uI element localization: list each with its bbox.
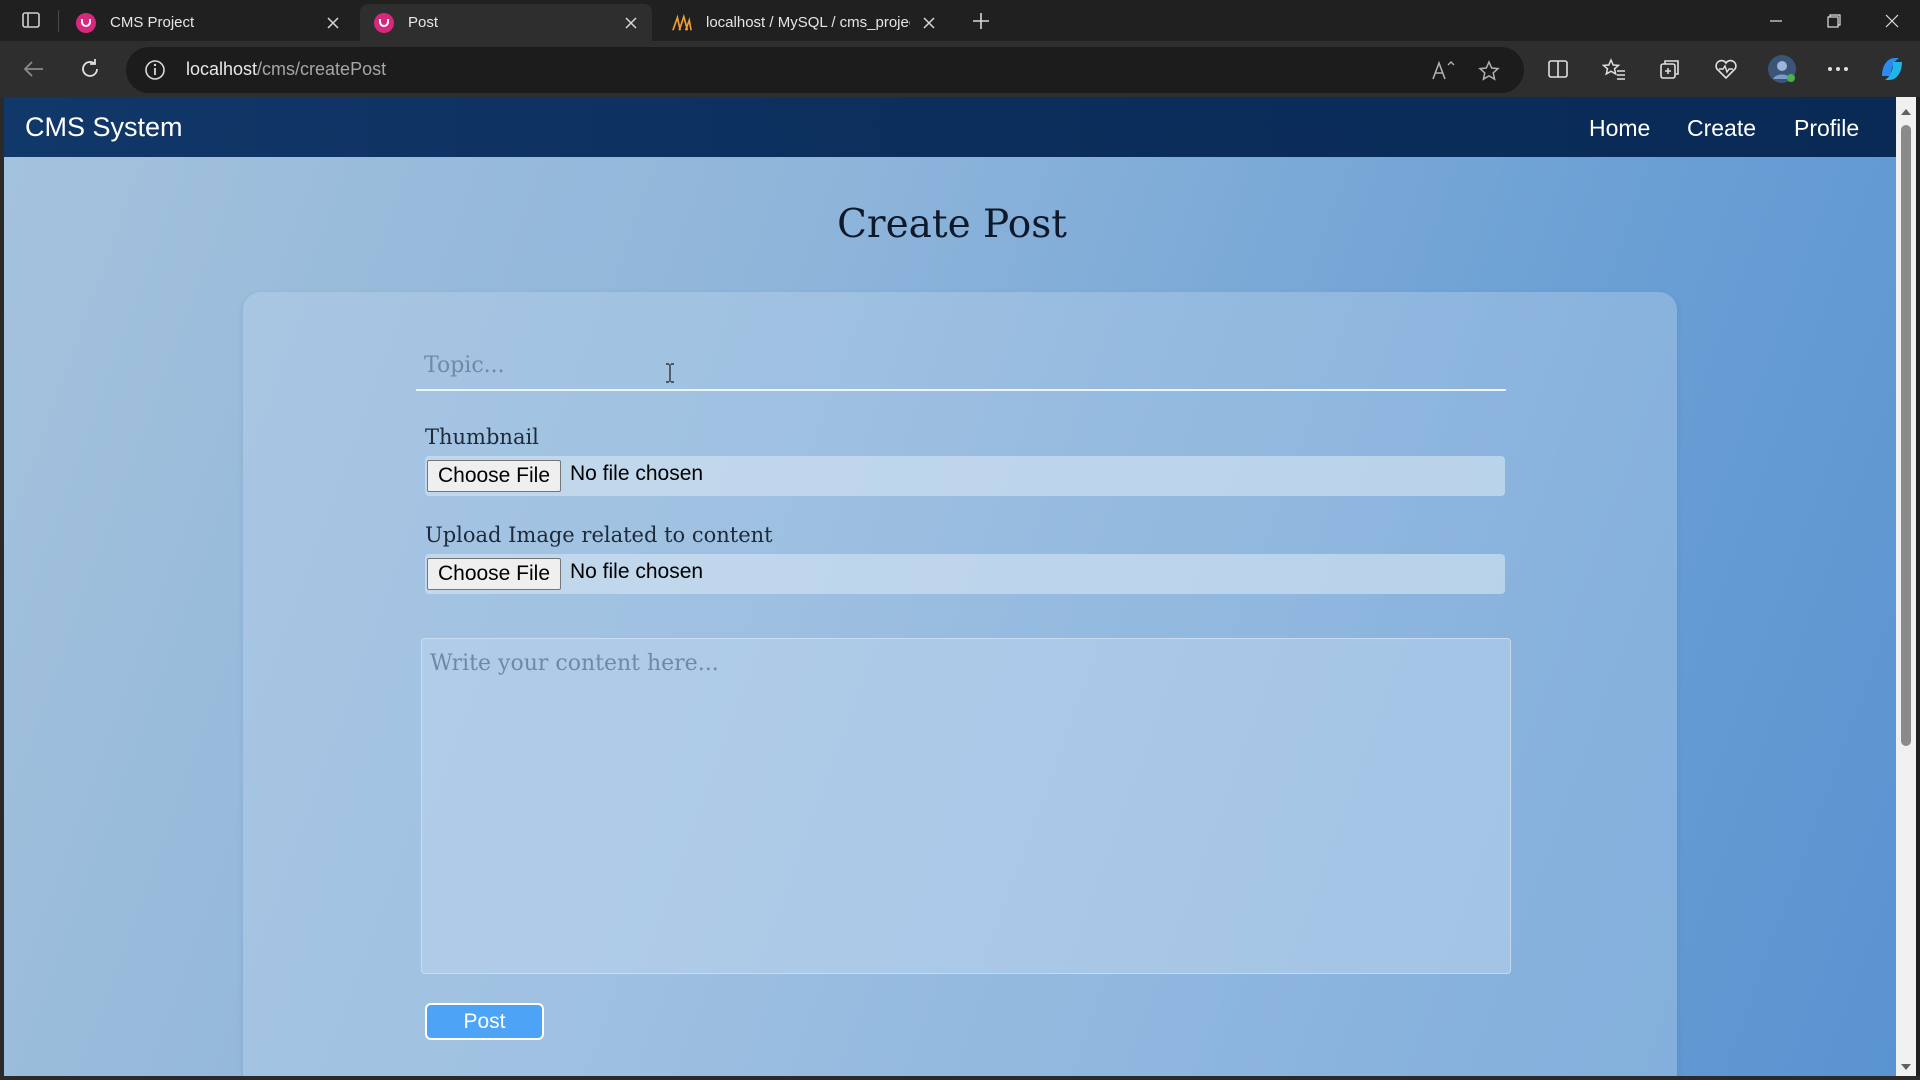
post-button[interactable]: Post [425,1003,544,1040]
address-bar[interactable]: localhost/cms/createPost [126,47,1524,93]
tab-separator [58,10,59,32]
scrollbar-thumb[interactable] [1901,125,1911,746]
scroll-up-arrow-icon[interactable] [1900,103,1912,115]
new-tab-icon[interactable] [966,8,996,34]
vertical-scrollbar[interactable] [1896,97,1916,1076]
site-navbar: CMS System Home Create Profile [4,97,1900,157]
text-cursor-icon [665,363,675,383]
close-icon[interactable] [918,12,940,34]
topic-input[interactable] [416,341,1506,391]
tab-label: Post [408,14,439,31]
phpmyadmin-icon [672,13,692,33]
page-viewport: CMS System Home Create Profile Create Po… [4,97,1900,1076]
tab-label: localhost / MySQL / cms_project [706,14,910,31]
favorite-star-icon[interactable] [1474,56,1504,86]
thumbnail-file-status: No file chosen [570,462,704,485]
nav-profile-link[interactable]: Profile [1794,115,1859,142]
url-host: localhost [186,59,258,79]
info-icon[interactable] [144,59,166,81]
minimize-icon[interactable] [1748,0,1804,41]
cms-favicon-icon [76,12,96,33]
close-icon[interactable] [620,12,642,34]
content-image-label: Upload Image related to content [425,523,773,547]
window-border [1916,97,1920,1080]
content-textarea[interactable] [421,638,1511,974]
nav-home-link[interactable]: Home [1589,115,1650,142]
back-icon[interactable] [16,51,52,87]
thumbnail-label: Thumbnail [425,425,539,449]
collections-icon[interactable] [1652,51,1688,87]
content-image-choose-file-button[interactable]: Choose File [427,558,561,590]
tab-strip: CMS Project Post localhost / MySQL / cms… [0,0,1920,41]
thumbnail-file-input[interactable]: Choose File No file chosen [425,456,1505,496]
content-image-file-status: No file chosen [570,560,704,583]
url-text: localhost/cms/createPost [186,59,386,80]
url-path: /cms/createPost [257,59,387,79]
window-border [0,1076,1920,1080]
restore-icon[interactable] [1806,0,1862,41]
more-options-icon[interactable] [1820,51,1856,87]
close-window-icon[interactable] [1864,0,1920,41]
content-image-file-input[interactable]: Choose File No file chosen [425,554,1505,594]
browser-essentials-icon[interactable] [1708,51,1744,87]
thumbnail-choose-file-button[interactable]: Choose File [427,460,561,492]
scroll-down-arrow-icon[interactable] [1900,1058,1912,1070]
refresh-icon[interactable] [72,51,108,87]
split-screen-icon[interactable] [1540,51,1576,87]
favorites-icon[interactable] [1596,51,1632,87]
close-icon[interactable] [322,12,344,34]
profile-avatar-icon[interactable] [1764,51,1800,87]
read-aloud-icon[interactable] [1428,56,1458,86]
cms-favicon-icon [374,12,394,33]
tab-post[interactable]: Post [360,4,652,41]
copilot-icon[interactable] [1874,51,1910,87]
tab-cms-project[interactable]: CMS Project [62,4,354,41]
tab-phpmyadmin[interactable]: localhost / MySQL / cms_project [658,4,950,41]
page-title: Create Post [837,202,1067,247]
tab-actions-icon[interactable] [14,8,48,32]
nav-create-link[interactable]: Create [1687,115,1756,142]
brand-logo[interactable]: CMS System [25,112,183,143]
tab-label: CMS Project [110,14,195,31]
browser-toolbar: localhost/cms/createPost [0,41,1920,97]
